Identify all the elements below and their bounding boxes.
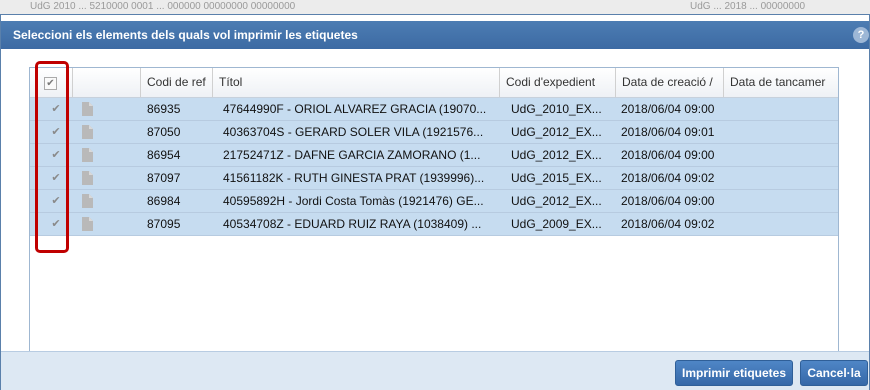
cell-expedient: UdG_2009_EX... — [511, 217, 602, 231]
table-row[interactable]: ✔ 87095 40534708Z - EDUARD RUIZ RAYA (10… — [30, 213, 838, 236]
cell-ref: 86984 — [147, 194, 181, 208]
background-text-left: UdG 2010 ... 5210000 0001 ... 000000 000… — [30, 1, 296, 12]
cell-title: 40534708Z - EDUARD RUIZ RAYA (1038409) .… — [223, 217, 482, 231]
items-grid: ✔ Codi de ref Títol Codi d'expedient Dat… — [29, 67, 839, 359]
background-text-right: UdG ... 2018 ... 00000000 — [690, 1, 806, 12]
print-labels-button[interactable]: Imprimir etiquetes — [675, 360, 793, 386]
column-header-created[interactable]: Data de creació / — [616, 68, 724, 97]
cell-title: 40595892H - Jordi Costa Tomàs (1921476) … — [223, 194, 484, 208]
document-icon — [82, 194, 93, 208]
background-window-strip: UdG 2010 ... 5210000 0001 ... 000000 000… — [0, 0, 870, 14]
table-row[interactable]: ✔ 86984 40595892H - Jordi Costa Tomàs (1… — [30, 190, 838, 213]
cell-created: 2018/06/04 09:00 — [621, 148, 715, 162]
column-header-closed[interactable]: Data de tancamer — [724, 68, 838, 97]
cell-created: 2018/06/04 09:00 — [621, 194, 715, 208]
table-row[interactable]: ✔ 86935 47644990F - ORIOL ALVAREZ GRACIA… — [30, 98, 838, 121]
column-header-expedient[interactable]: Codi d'expedient — [500, 68, 616, 97]
cell-ref: 87050 — [147, 125, 181, 139]
cell-ref: 87095 — [147, 217, 181, 231]
dialog-title: Seleccioni els elements dels quals vol i… — [13, 28, 358, 42]
cell-expedient: UdG_2012_EX... — [511, 194, 602, 208]
dialog-footer: Imprimir etiquetes Cancel·la — [1, 351, 869, 390]
cell-created: 2018/06/04 09:02 — [621, 217, 715, 231]
column-header-ref[interactable]: Codi de ref — [141, 68, 213, 97]
cell-title: 40363704S - GERARD SOLER VILA (1921576..… — [223, 125, 484, 139]
cancel-button[interactable]: Cancel·la — [800, 360, 868, 386]
cell-expedient: UdG_2015_EX... — [511, 171, 602, 185]
grid-header: ✔ Codi de ref Títol Codi d'expedient Dat… — [30, 68, 838, 98]
table-row[interactable]: ✔ 86954 21752471Z - DAFNE GARCIA ZAMORAN… — [30, 144, 838, 167]
document-icon — [82, 217, 93, 231]
cell-ref: 86935 — [147, 102, 181, 116]
document-icon — [82, 148, 93, 162]
cell-created: 2018/06/04 09:02 — [621, 171, 715, 185]
cell-expedient: UdG_2010_EX... — [511, 102, 602, 116]
table-row[interactable]: ✔ 87097 41561182K - RUTH GINESTA PRAT (1… — [30, 167, 838, 190]
cell-expedient: UdG_2012_EX... — [511, 125, 602, 139]
cell-title: 47644990F - ORIOL ALVAREZ GRACIA (19070.… — [223, 102, 487, 116]
cell-closed — [730, 144, 830, 166]
cell-ref: 87097 — [147, 171, 181, 185]
print-labels-dialog: Seleccioni els elements dels quals vol i… — [0, 14, 870, 390]
cell-created: 2018/06/04 09:01 — [621, 125, 715, 139]
cell-title: 21752471Z - DAFNE GARCIA ZAMORANO (1... — [223, 148, 481, 162]
dialog-title-bar[interactable]: Seleccioni els elements dels quals vol i… — [1, 21, 869, 49]
document-icon — [82, 125, 93, 139]
table-row[interactable]: ✔ 87050 40363704S - GERARD SOLER VILA (1… — [30, 121, 838, 144]
column-header-title[interactable]: Títol — [213, 68, 500, 97]
checkbox-column-highlight — [35, 61, 69, 253]
cell-closed — [730, 190, 830, 212]
cell-closed — [730, 121, 830, 143]
cell-closed — [730, 213, 830, 235]
document-icon — [82, 171, 93, 185]
cell-created: 2018/06/04 09:00 — [621, 102, 715, 116]
cell-expedient: UdG_2012_EX... — [511, 148, 602, 162]
cell-ref: 86954 — [147, 148, 181, 162]
document-icon — [82, 102, 93, 116]
help-icon[interactable]: ? — [853, 27, 869, 43]
header-icon-cell — [73, 68, 141, 97]
cell-closed — [730, 167, 830, 189]
cell-title: 41561182K - RUTH GINESTA PRAT (1939996).… — [223, 171, 485, 185]
cell-closed — [730, 98, 830, 120]
